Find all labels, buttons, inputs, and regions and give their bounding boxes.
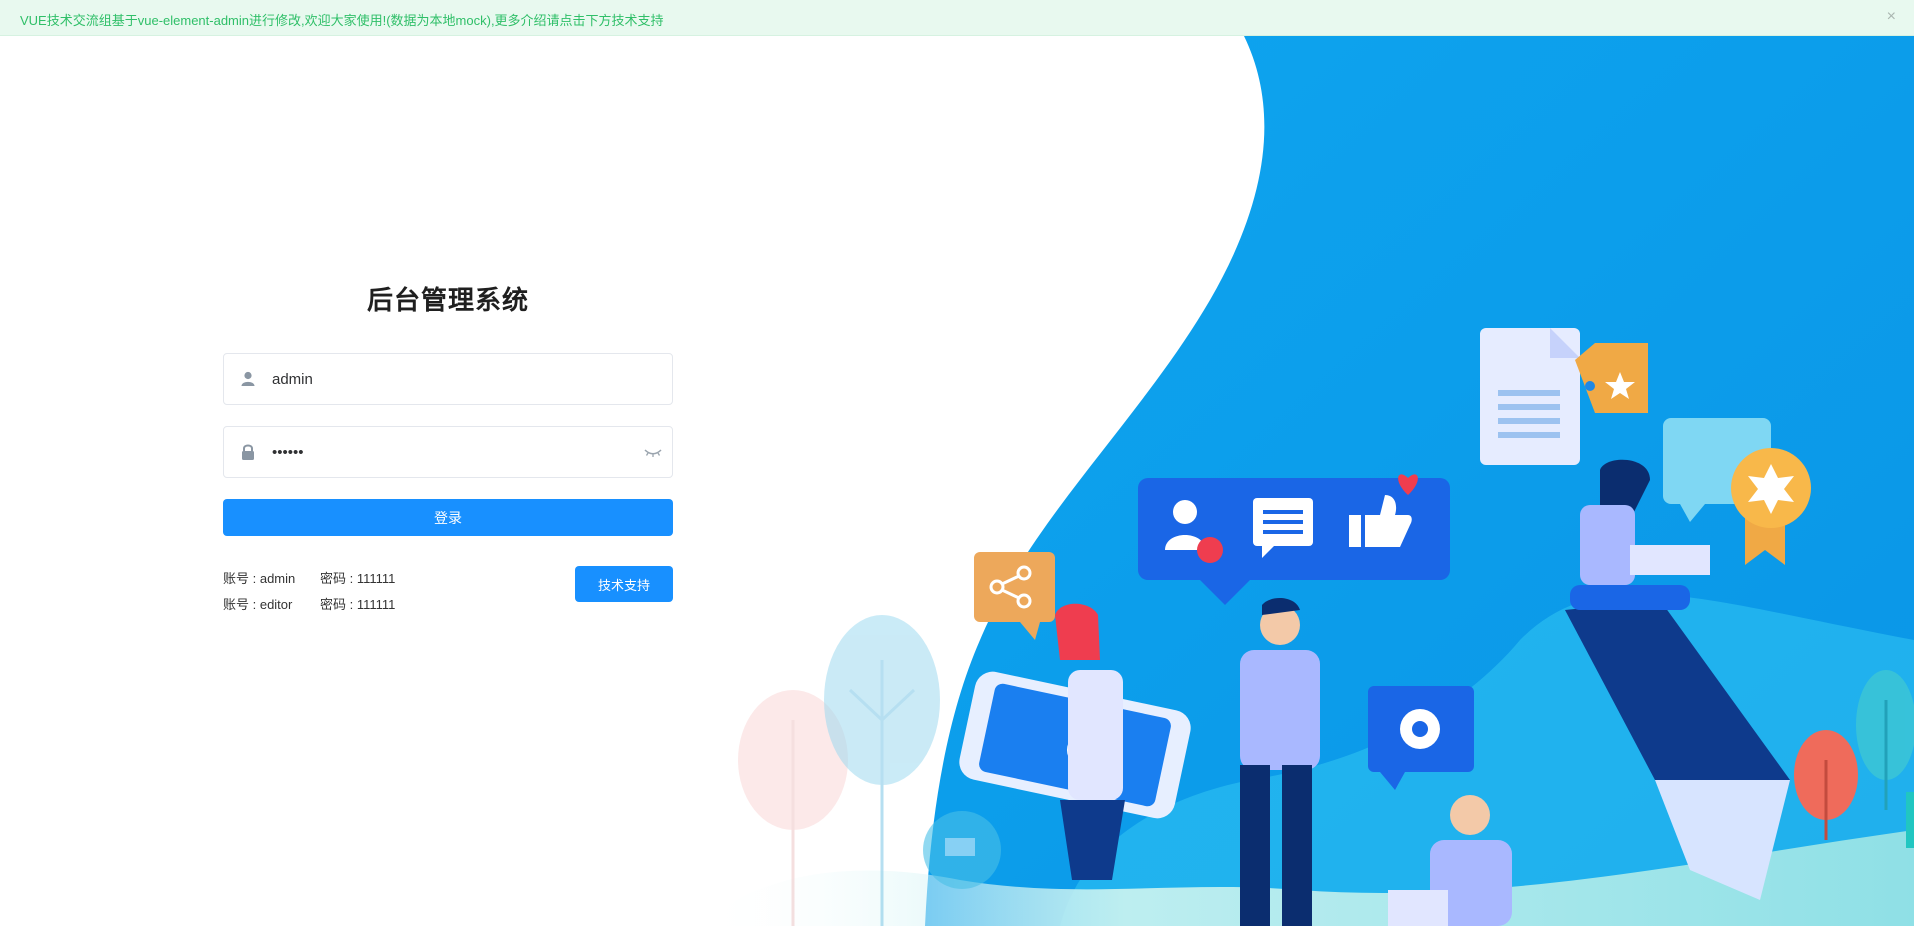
login-form: 后台管理系统 登录 账号 : admin密码 : — [223, 280, 673, 626]
document-card — [1480, 328, 1580, 465]
account-password: 密码 : 111111 — [320, 571, 396, 586]
login-button[interactable]: 登录 — [223, 499, 673, 536]
login-page: VUE技术交流组基于vue-element-admin进行修改,欢迎大家使用!(… — [0, 0, 1914, 926]
eye-closed-icon[interactable] — [644, 444, 662, 460]
lock-icon — [242, 444, 254, 460]
password-field[interactable] — [223, 426, 673, 478]
notice-text: VUE技术交流组基于vue-element-admin进行修改,欢迎大家使用!(… — [20, 13, 664, 28]
notice-banner: VUE技术交流组基于vue-element-admin进行修改,欢迎大家使用!(… — [0, 0, 1914, 36]
account-username: 账号 : editor — [223, 597, 293, 612]
account-username: 账号 : admin — [223, 571, 296, 586]
account-password: 密码 : 111111 — [320, 597, 396, 612]
user-icon — [241, 371, 255, 386]
demo-accounts: 账号 : admin 密码 : 111111 账号 : editor 密码 : 11… — [223, 566, 673, 626]
login-title: 后台管理系统 — [366, 286, 529, 316]
close-icon[interactable]: × — [1887, 8, 1896, 26]
password-input[interactable] — [272, 427, 632, 477]
username-field[interactable] — [223, 353, 673, 405]
scroll-accent — [1906, 792, 1914, 848]
username-input[interactable] — [272, 354, 632, 404]
tech-support-button[interactable]: 技术支持 — [575, 566, 673, 602]
cart-icon — [923, 811, 1001, 889]
